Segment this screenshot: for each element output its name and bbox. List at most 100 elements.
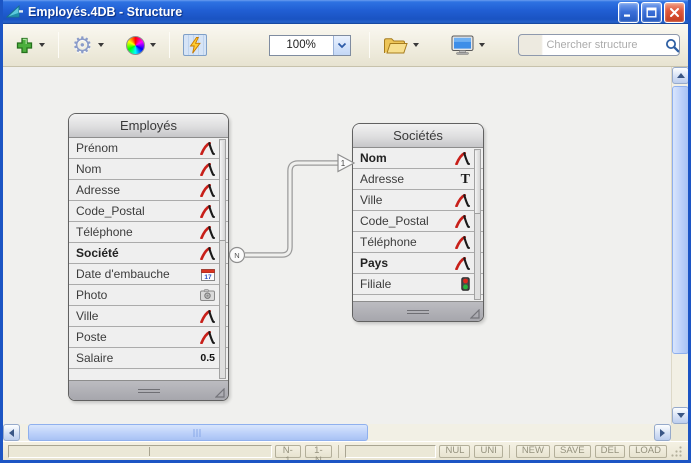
- status-separator: [509, 445, 510, 458]
- update-structure-button[interactable]: [179, 31, 211, 59]
- status-button-nul[interactable]: NUL: [439, 445, 470, 458]
- status-bar: N-11-N NUL UNI NEW SAVE DEL LOAD: [3, 441, 688, 460]
- field-label: Adresse: [360, 172, 404, 186]
- table-societes[interactable]: Sociétés Nom Adresse T Ville Code_Postal T…: [352, 123, 484, 322]
- resize-handle-icon[interactable]: [215, 388, 225, 398]
- alpha-icon: [200, 331, 215, 344]
- status-button-n-1[interactable]: N-1: [275, 445, 302, 458]
- search-input[interactable]: [519, 38, 665, 52]
- status-button-save[interactable]: SAVE: [554, 445, 591, 458]
- field-attribute-buttons: NUL UNI: [439, 445, 502, 458]
- search-button[interactable]: [665, 38, 680, 53]
- field-row[interactable]: Ville: [69, 306, 228, 327]
- date-icon: 17: [201, 268, 215, 281]
- field-label: Nom: [76, 162, 101, 176]
- real-icon: 0.5: [200, 352, 215, 364]
- status-button-uni[interactable]: UNI: [474, 445, 502, 458]
- field-row[interactable]: Téléphone: [69, 222, 228, 243]
- field-type: [455, 215, 470, 228]
- drag-grip-icon: [407, 310, 429, 315]
- zoom-select[interactable]: 100%: [269, 35, 351, 56]
- vertical-scrollbar[interactable]: [671, 67, 688, 424]
- resize-handle-icon[interactable]: [470, 309, 480, 319]
- boolean-icon: [461, 277, 470, 291]
- table-title[interactable]: Employés: [69, 114, 228, 138]
- field-row[interactable]: Adresse T: [353, 169, 483, 190]
- field-row[interactable]: Prénom: [69, 138, 228, 159]
- alpha-icon: [455, 152, 470, 165]
- status-button-load[interactable]: LOAD: [629, 445, 667, 458]
- field-row[interactable]: Nom: [353, 148, 483, 169]
- open-folder-button[interactable]: [379, 33, 423, 58]
- field-row[interactable]: Ville: [353, 190, 483, 211]
- plus-icon: [15, 36, 34, 55]
- svg-text:17: 17: [204, 274, 212, 281]
- picture-icon: [200, 289, 215, 301]
- status-button-new[interactable]: NEW: [516, 445, 550, 458]
- field-label: Prénom: [76, 141, 118, 155]
- field-type: [455, 257, 470, 270]
- field-label: Code_Postal: [76, 204, 145, 218]
- window-resize-grip-icon[interactable]: [670, 445, 683, 458]
- window-title: Employés.4DB - Structure: [28, 5, 618, 19]
- table-scrollbar[interactable]: [219, 139, 226, 379]
- vertical-scroll-thumb[interactable]: [672, 86, 689, 354]
- horizontal-scrollbar[interactable]: [3, 424, 671, 441]
- field-row[interactable]: Téléphone: [353, 232, 483, 253]
- add-button[interactable]: [11, 33, 49, 58]
- field-type: [200, 331, 215, 344]
- table-scrollbar[interactable]: [474, 149, 481, 300]
- field-row[interactable]: Nom: [69, 159, 228, 180]
- field-type: 17: [201, 268, 215, 281]
- chevron-down-icon: [677, 413, 685, 418]
- field-label: Code_Postal: [360, 214, 429, 228]
- field-type: [200, 247, 215, 260]
- combo-arrow-button[interactable]: [333, 36, 350, 55]
- field-type: 0.5: [200, 352, 215, 364]
- field-row[interactable]: Salaire0.5: [69, 348, 228, 369]
- scroll-left-button[interactable]: [3, 424, 20, 441]
- field-row[interactable]: Code_Postal: [69, 201, 228, 222]
- settings-button[interactable]: ⚙: [68, 32, 108, 58]
- field-label: Date d'embauche: [76, 267, 170, 281]
- color-wheel-icon: [126, 36, 145, 55]
- field-label: Photo: [76, 288, 107, 302]
- alpha-icon: [200, 226, 215, 239]
- field-type: T: [461, 173, 470, 186]
- search-icon: [665, 38, 680, 53]
- monitor-icon: [451, 35, 474, 55]
- close-button[interactable]: [664, 2, 685, 23]
- toolbar-separator: [58, 32, 59, 58]
- display-button[interactable]: [447, 32, 489, 58]
- alpha-icon: [455, 215, 470, 228]
- field-row[interactable]: Date d'embauche 17: [69, 264, 228, 285]
- table-scroll-thumb[interactable]: [475, 151, 480, 214]
- chevron-down-icon: [39, 43, 45, 47]
- field-row[interactable]: Adresse: [69, 180, 228, 201]
- table-footer[interactable]: [69, 380, 228, 400]
- field-row[interactable]: Poste: [69, 327, 228, 348]
- structure-canvas[interactable]: Employés Prénom Nom Adresse Code_Postal …: [3, 67, 671, 424]
- scroll-right-button[interactable]: [654, 424, 671, 441]
- status-button-del[interactable]: DEL: [595, 445, 625, 458]
- table-scroll-thumb[interactable]: [220, 141, 225, 241]
- horizontal-scroll-thumb[interactable]: [28, 424, 368, 441]
- table-title[interactable]: Sociétés: [353, 124, 483, 148]
- scroll-up-button[interactable]: [672, 67, 689, 84]
- field-row[interactable]: Photo: [69, 285, 228, 306]
- color-button[interactable]: [122, 33, 160, 58]
- table-employes[interactable]: Employés Prénom Nom Adresse Code_Postal …: [68, 113, 229, 401]
- maximize-button[interactable]: [641, 2, 662, 23]
- scroll-down-button[interactable]: [672, 407, 689, 424]
- field-label: Téléphone: [360, 235, 417, 249]
- field-row[interactable]: Filiale: [353, 274, 483, 295]
- status-button-1-n[interactable]: 1-N: [305, 445, 332, 458]
- chevron-left-icon: [9, 429, 14, 437]
- relation-mode-buttons: N-11-N: [275, 445, 332, 458]
- field-row[interactable]: Société: [69, 243, 228, 264]
- field-row[interactable]: Code_Postal: [353, 211, 483, 232]
- minimize-button[interactable]: [618, 2, 639, 23]
- chevron-down-icon: [413, 43, 419, 47]
- table-footer[interactable]: [353, 301, 483, 321]
- field-row[interactable]: Pays: [353, 253, 483, 274]
